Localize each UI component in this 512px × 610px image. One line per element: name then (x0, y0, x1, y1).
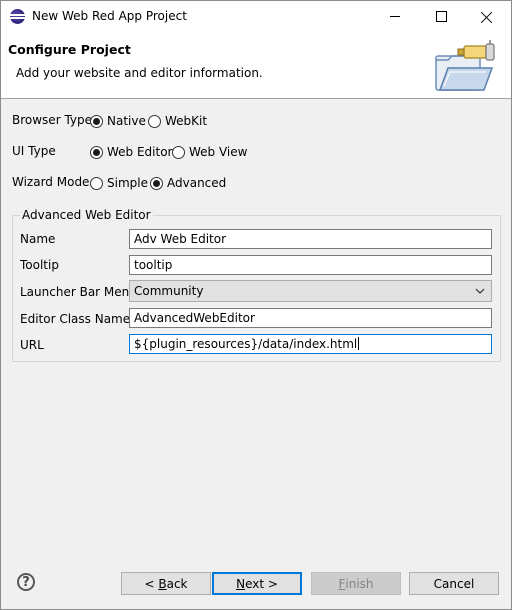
group-title: Advanced Web Editor (20, 208, 153, 222)
url-field[interactable]: ${plugin_resources}/data/index.html (129, 334, 492, 354)
advanced-web-editor-group: Advanced Web Editor Name Adv Web Editor … (12, 208, 501, 362)
radio-selected-icon (90, 145, 103, 159)
url-value: ${plugin_resources}/data/index.html (134, 337, 358, 351)
url-label: URL (20, 338, 44, 352)
finish-accelerator: F (338, 576, 346, 591)
wizard-mode-label: Wizard Mode (12, 175, 90, 189)
page-title: Configure Project (8, 42, 131, 57)
minimize-icon (390, 16, 400, 17)
ui-type-label: UI Type (12, 144, 56, 158)
finish-label-rest: inish (345, 576, 374, 591)
editor-class-name-label: Editor Class Name (20, 312, 131, 326)
back-button[interactable]: < Back (121, 572, 211, 595)
radio-label: WebKit (165, 114, 208, 128)
radio-unselected-icon (90, 176, 103, 190)
browser-native-radio[interactable]: Native (90, 113, 146, 129)
name-label: Name (20, 232, 56, 246)
radio-selected-icon (150, 176, 163, 190)
radio-label: Web View (189, 145, 248, 159)
radio-unselected-icon (172, 145, 185, 159)
radio-label: Web Editor (107, 145, 173, 159)
radio-unselected-icon (148, 114, 161, 128)
maximize-button[interactable] (418, 1, 464, 32)
ui-type-row: UI Type Web Editor Web View (12, 143, 312, 161)
browser-type-label: Browser Type (12, 113, 93, 127)
wizard-simple-radio[interactable]: Simple (90, 175, 148, 191)
project-folder-icon (435, 40, 495, 91)
chevron-down-icon (475, 288, 485, 294)
page-description: Add your website and editor information. (16, 66, 263, 80)
launcher-selected-value: Community (134, 284, 204, 298)
radio-label: Native (107, 114, 146, 128)
eclipse-app-icon (10, 9, 25, 24)
dialog-window: New Web Red App Project Configure Projec… (0, 0, 512, 610)
next-accelerator: N (236, 576, 246, 591)
editor-class-name-field[interactable]: AdvancedWebEditor (129, 308, 492, 328)
help-icon[interactable]: ? (17, 573, 35, 591)
wizard-advanced-radio[interactable]: Advanced (150, 175, 226, 191)
wizard-mode-row: Wizard Mode Simple Advanced (12, 174, 312, 192)
close-button[interactable] (464, 1, 510, 32)
launcher-bar-menu-label: Launcher Bar Menu (20, 285, 137, 299)
browser-webkit-radio[interactable]: WebKit (148, 113, 207, 129)
back-prefix: < (144, 576, 159, 591)
minimize-button[interactable] (372, 1, 418, 32)
tooltip-field[interactable]: tooltip (129, 255, 492, 275)
maximize-icon (435, 11, 447, 22)
radio-selected-icon (90, 114, 103, 128)
next-label-rest: ext > (245, 576, 278, 591)
launcher-bar-menu-select[interactable]: Community (129, 280, 492, 302)
tooltip-label: Tooltip (20, 258, 59, 272)
radio-label: Advanced (167, 176, 227, 190)
cancel-button[interactable]: Cancel (409, 572, 499, 595)
wizard-header: Configure Project Add your website and e… (1, 32, 511, 99)
close-icon (481, 11, 493, 23)
ui-web-editor-radio[interactable]: Web Editor (90, 144, 173, 160)
radio-label: Simple (107, 176, 148, 190)
window-title: New Web Red App Project (32, 9, 187, 23)
text-caret (358, 337, 360, 350)
browser-type-row: Browser Type Native WebKit (12, 112, 312, 130)
ui-web-view-radio[interactable]: Web View (172, 144, 247, 160)
back-accelerator: B (158, 576, 167, 591)
back-label-rest: ack (166, 576, 188, 591)
title-bar[interactable]: New Web Red App Project (1, 1, 511, 32)
finish-button[interactable]: Finish (311, 572, 401, 595)
name-field[interactable]: Adv Web Editor (129, 229, 492, 249)
next-button[interactable]: Next > (212, 572, 302, 595)
